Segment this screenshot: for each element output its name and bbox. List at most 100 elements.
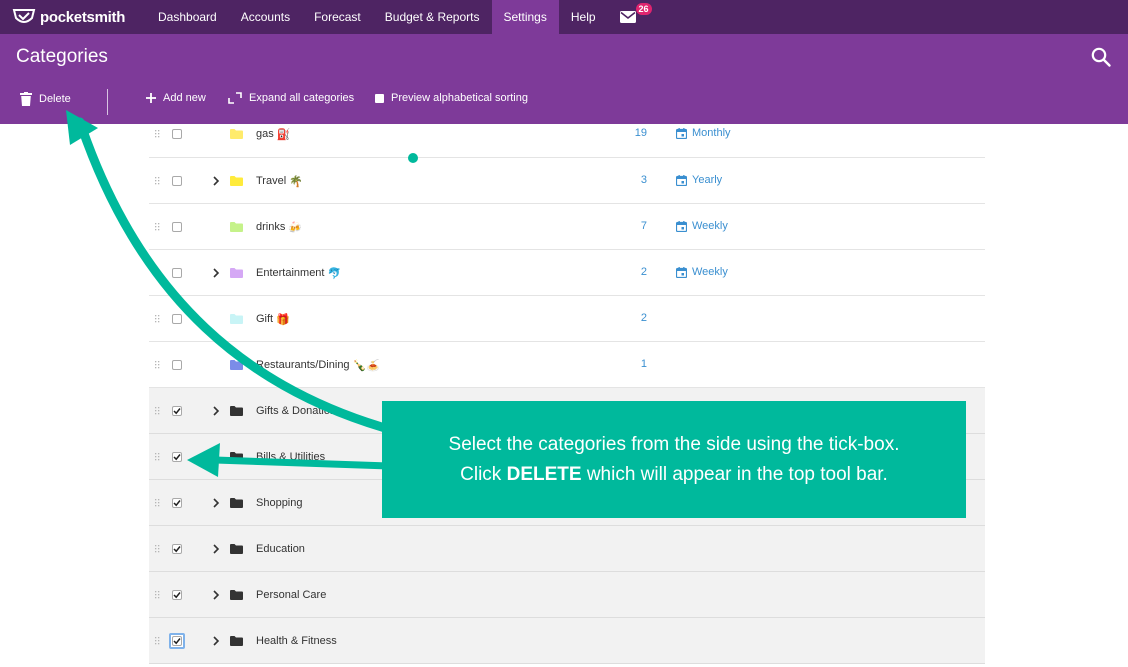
drag-handle-icon[interactable] <box>154 498 160 508</box>
category-checkbox[interactable] <box>172 590 182 600</box>
nav-dashboard[interactable]: Dashboard <box>146 0 229 34</box>
drag-handle-icon[interactable] <box>154 406 160 416</box>
search-icon[interactable] <box>1090 46 1112 68</box>
category-row[interactable]: drinks 🍻 7 Weekly <box>149 204 985 250</box>
nav-settings[interactable]: Settings <box>491 0 559 34</box>
page-header: Categories Delete Add new Expand all cat… <box>0 34 1128 124</box>
chevron-right-icon[interactable] <box>212 636 220 646</box>
drag-handle-icon[interactable] <box>154 452 160 462</box>
nav-budget-reports[interactable]: Budget & Reports <box>373 0 492 34</box>
category-row[interactable]: Health & Fitness <box>149 618 985 664</box>
category-name-text: gas <box>256 128 274 140</box>
budget-period-text: Yearly <box>692 174 723 186</box>
category-name[interactable]: Restaurants/Dining 🍾🍝 <box>256 358 380 372</box>
category-name-text: Travel <box>256 175 287 187</box>
drag-handle-icon[interactable] <box>154 129 160 139</box>
drag-handle-icon[interactable] <box>154 176 160 186</box>
category-checkbox[interactable] <box>172 360 182 370</box>
nav-accounts[interactable]: Accounts <box>229 0 302 34</box>
category-name[interactable]: Gift 🎁 <box>256 312 290 326</box>
category-checkbox[interactable] <box>172 129 182 139</box>
chevron-right-icon[interactable] <box>212 498 220 508</box>
category-emoji: 🍾🍝 <box>352 359 380 372</box>
category-row[interactable]: Personal Care <box>149 572 985 618</box>
trash-icon <box>20 92 32 106</box>
category-checkbox[interactable] <box>172 406 182 416</box>
preview-sorting-toggle[interactable]: Preview alphabetical sorting <box>375 92 528 104</box>
category-checkbox[interactable] <box>172 452 182 462</box>
category-checkbox[interactable] <box>172 314 182 324</box>
category-row[interactable]: Education <box>149 526 985 572</box>
chevron-right-icon[interactable] <box>212 268 220 278</box>
drag-handle-icon[interactable] <box>154 268 160 278</box>
category-name-text: Shopping <box>256 497 303 509</box>
budget-period[interactable]: Weekly <box>676 220 728 232</box>
drag-handle-icon[interactable] <box>154 636 160 646</box>
plus-icon <box>146 93 156 103</box>
category-name[interactable]: Bills & Utilities <box>256 450 325 464</box>
category-name[interactable]: Education <box>256 542 305 556</box>
drag-handle-icon[interactable] <box>154 360 160 370</box>
folder-icon <box>230 360 243 370</box>
folder-icon <box>230 176 243 186</box>
transaction-count[interactable]: 2 <box>641 266 647 278</box>
expand-icon <box>228 92 242 104</box>
category-name[interactable]: Shopping <box>256 496 303 510</box>
nav-forecast[interactable]: Forecast <box>302 0 373 34</box>
transaction-count[interactable]: 1 <box>641 358 647 370</box>
delete-button[interactable]: Delete <box>20 92 71 106</box>
transaction-count[interactable]: 3 <box>641 174 647 186</box>
category-row[interactable]: Gift 🎁 2 <box>149 296 985 342</box>
category-checkbox[interactable] <box>172 222 182 232</box>
folder-icon <box>230 268 243 278</box>
drag-handle-icon[interactable] <box>154 314 160 324</box>
instruction-line-2: Click DELETE which will appear in the to… <box>382 460 966 490</box>
budget-period-text: Weekly <box>692 266 728 278</box>
budget-period[interactable]: Yearly <box>676 174 722 186</box>
budget-period-text: Weekly <box>692 220 728 232</box>
expand-all-button[interactable]: Expand all categories <box>228 92 354 104</box>
category-row[interactable]: gas ⛽ 19 Monthly <box>149 124 985 158</box>
drag-handle-icon[interactable] <box>154 590 160 600</box>
chevron-right-icon[interactable] <box>212 452 220 462</box>
category-row[interactable]: Restaurants/Dining 🍾🍝 1 <box>149 342 985 388</box>
mail-button[interactable]: 26 <box>608 0 652 34</box>
transaction-count[interactable]: 19 <box>635 127 647 139</box>
category-name[interactable]: Personal Care <box>256 588 326 602</box>
category-name[interactable]: Entertainment 🐬 <box>256 266 341 280</box>
nav-help[interactable]: Help <box>559 0 608 34</box>
category-name-text: Health & Fitness <box>256 635 337 647</box>
category-row[interactable]: Travel 🌴 3 Yearly <box>149 158 985 204</box>
chevron-right-icon[interactable] <box>212 176 220 186</box>
transaction-count[interactable]: 2 <box>641 312 647 324</box>
instruction-click: Click <box>460 464 507 485</box>
drag-handle-icon[interactable] <box>154 544 160 554</box>
budget-period[interactable]: Monthly <box>676 127 731 139</box>
category-name[interactable]: drinks 🍻 <box>256 220 302 234</box>
budget-period-text: Monthly <box>692 127 731 139</box>
category-name[interactable]: Travel 🌴 <box>256 174 303 188</box>
category-checkbox[interactable] <box>172 498 182 508</box>
instruction-delete-word: DELETE <box>506 464 582 485</box>
transaction-count[interactable]: 7 <box>641 220 647 232</box>
chevron-right-icon[interactable] <box>212 590 220 600</box>
preview-sorting-checkbox[interactable] <box>375 93 384 103</box>
category-row[interactable]: Entertainment 🐬 2 Weekly <box>149 250 985 296</box>
logo[interactable]: pocketsmith <box>0 7 146 27</box>
chevron-right-icon[interactable] <box>212 406 220 416</box>
drag-handle-icon[interactable] <box>154 222 160 232</box>
category-name[interactable]: Gifts & Donations <box>256 404 342 418</box>
category-list: gas ⛽ 19 Monthly Travel 🌴 3 Yearly drinks 🍻 7 Weekl… <box>149 124 985 664</box>
delete-label: Delete <box>39 93 71 105</box>
category-checkbox[interactable] <box>172 268 182 278</box>
category-name[interactable]: Health & Fitness <box>256 634 337 648</box>
expand-all-label: Expand all categories <box>249 92 355 104</box>
chevron-right-icon[interactable] <box>212 544 220 554</box>
category-checkbox[interactable] <box>172 176 182 186</box>
category-checkbox[interactable] <box>172 544 182 554</box>
add-new-button[interactable]: Add new <box>145 92 206 104</box>
category-checkbox[interactable] <box>169 633 185 649</box>
category-name[interactable]: gas ⛽ <box>256 127 290 141</box>
category-name-text: Entertainment <box>256 267 325 279</box>
budget-period[interactable]: Weekly <box>676 266 728 278</box>
